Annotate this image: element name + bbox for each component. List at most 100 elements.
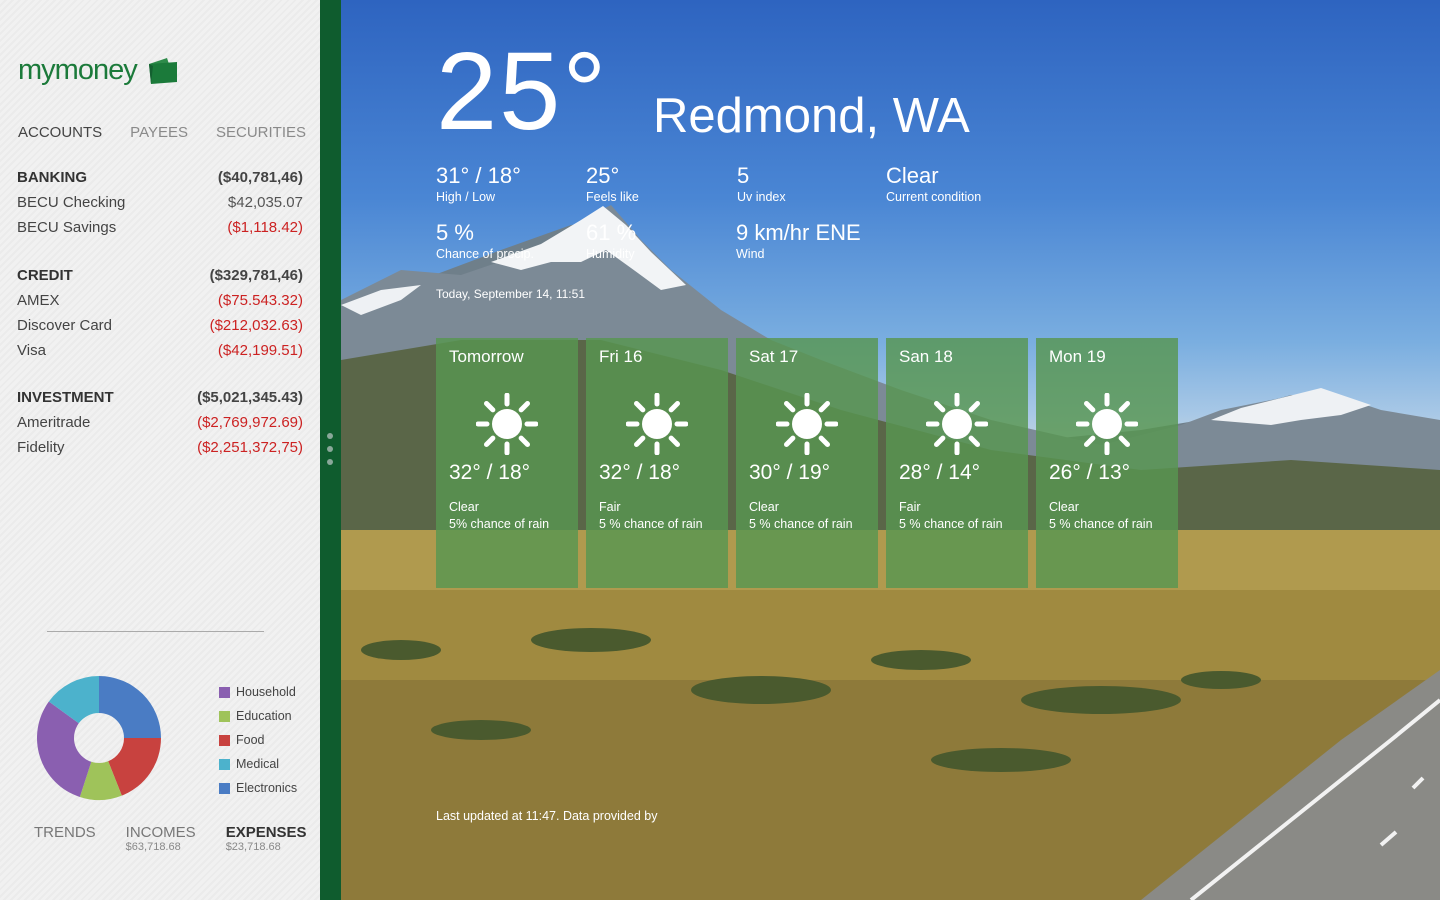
account-row[interactable]: BECU Savings ($1,118.42) — [17, 215, 303, 240]
forecast-temps: 32° / 18° — [449, 461, 531, 484]
group-header[interactable]: CREDIT ($329,781,46) — [17, 263, 303, 288]
tab-incomes[interactable]: INCOMES $63,718.68 — [126, 824, 196, 853]
stat-label: Feels like — [586, 190, 639, 204]
forecast-day: Fri 16 — [599, 347, 643, 366]
legend-label: Food — [236, 733, 265, 747]
forecast-condition: Fair — [899, 500, 921, 514]
forecast-card[interactable]: Sat 17 30° / 19° Clear 5 % chance of rai… — [736, 338, 878, 588]
account-name: AMEX — [17, 292, 60, 309]
group-name: BANKING — [17, 169, 87, 186]
tab-accounts[interactable]: ACCOUNTS — [18, 124, 102, 141]
account-row[interactable]: Discover Card ($212,032.63) — [17, 313, 303, 338]
expense-donut-chart[interactable] — [34, 673, 164, 803]
sun-icon — [776, 393, 838, 455]
group-header[interactable]: INVESTMENT ($5,021,345.43) — [17, 385, 303, 410]
forecast-temps: 28° / 14° — [899, 461, 981, 484]
legend-item: Medical — [219, 752, 297, 776]
account-amount: ($1,118.42) — [227, 219, 303, 236]
forecast-temps: 30° / 19° — [749, 461, 831, 484]
group-total: ($40,781,46) — [217, 169, 303, 186]
stat-label: High / Low — [436, 190, 496, 204]
tab-label: TRENDS — [34, 824, 96, 841]
sun-icon — [476, 393, 538, 455]
forecast-card[interactable]: Tomorrow 32° / 18° Clear 5% chance of ra… — [436, 338, 578, 588]
group-total: ($329,781,46) — [209, 267, 303, 284]
stat-label: Current condition — [886, 190, 982, 204]
sidebar: mymoney ACCOUNTS PAYEES SECURITIES BANKI… — [0, 0, 320, 900]
stat-value: 31° / 18° — [436, 163, 521, 188]
account-row[interactable]: BECU Checking $42,035.07 — [17, 190, 303, 215]
forecast-condition: Clear — [749, 500, 779, 514]
grip-dot — [327, 433, 333, 439]
group-name: CREDIT — [17, 267, 73, 284]
account-amount: ($2,251,372,75) — [197, 439, 303, 456]
bottom-tabs: TRENDS INCOMES $63,718.68 EXPENSES $23,7… — [34, 824, 337, 853]
account-row[interactable]: AMEX ($75.543.32) — [17, 288, 303, 313]
stat-condition: Clear Current condition — [886, 163, 981, 204]
donut-slice-electronics[interactable] — [99, 676, 161, 738]
group-banking: BANKING ($40,781,46) BECU Checking $42,0… — [17, 165, 303, 240]
account-row[interactable]: Fidelity ($2,251,372,75) — [17, 435, 303, 460]
legend-label: Household — [236, 685, 296, 699]
account-amount: ($42,199.51) — [217, 342, 303, 359]
forecast-day: Mon 19 — [1049, 347, 1106, 366]
account-name: Fidelity — [17, 439, 65, 456]
account-row[interactable]: Visa ($42,199.51) — [17, 338, 303, 363]
forecast-rain: 5 % chance of rain — [749, 517, 853, 531]
legend-swatch — [219, 758, 230, 770]
tab-expenses[interactable]: EXPENSES $23,718.68 — [226, 824, 307, 853]
account-amount: ($75.543.32) — [217, 292, 303, 309]
sun-icon — [1076, 393, 1138, 455]
forecast-card[interactable]: San 18 28° / 14° Fair 5 % chance of rain — [886, 338, 1028, 588]
legend-swatch — [219, 710, 230, 722]
stat-label: Uv index — [737, 190, 786, 204]
stat-value: 61 % — [586, 220, 637, 245]
stat-precip: 5 % Chance of precip. — [436, 220, 534, 261]
forecast-condition: Clear — [449, 500, 479, 514]
account-name: BECU Checking — [17, 194, 126, 211]
panel-splitter[interactable] — [320, 0, 341, 900]
group-credit: CREDIT ($329,781,46) AMEX ($75.543.32) D… — [17, 263, 303, 363]
app-name: mymoney — [18, 54, 138, 86]
wallet-icon — [148, 57, 177, 84]
legend-swatch — [219, 782, 230, 794]
observation-time: Today, September 14, 11:51 — [436, 287, 585, 301]
legend-item: Household — [219, 680, 297, 704]
stat-feels-like: 25° Feels like — [586, 163, 639, 204]
account-amount: ($212,032.63) — [209, 317, 303, 334]
legend-swatch — [219, 734, 230, 746]
forecast-rain: 5% chance of rain — [449, 517, 550, 531]
account-name: Visa — [17, 342, 46, 359]
legend-item: Electronics — [219, 776, 297, 800]
group-investment: INVESTMENT ($5,021,345.43) Ameritrade ($… — [17, 385, 303, 460]
forecast-condition: Clear — [1049, 500, 1079, 514]
legend-swatch — [219, 686, 230, 698]
tab-securities[interactable]: SECURITIES — [216, 124, 306, 141]
last-updated-text: Last updated at 11:47. Data provided by — [436, 809, 658, 823]
forecast-condition: Fair — [599, 500, 621, 514]
forecast-rain: 5 % chance of rain — [899, 517, 1003, 531]
chart-legend: Household Education Food Medical Electro… — [219, 680, 297, 800]
current-temperature: 25° — [436, 30, 609, 153]
tab-trends[interactable]: TRENDS — [34, 824, 96, 853]
stat-label: Humidity — [586, 247, 635, 261]
stat-uv-index: 5 Uv index — [737, 163, 786, 204]
stat-label: Wind — [736, 247, 765, 261]
stat-label: Chance of precip. — [436, 247, 534, 261]
tab-amount: $63,718.68 — [125, 841, 181, 853]
forecast-card[interactable]: Mon 19 26° / 13° Clear 5 % chance of rai… — [1036, 338, 1178, 588]
group-header[interactable]: BANKING ($40,781,46) — [17, 165, 303, 190]
weather-panel: 25° Redmond, WA 31° / 18° High / Low 25°… — [341, 0, 1440, 900]
forecast-card[interactable]: Fri 16 32° / 18° Fair 5 % chance of rain — [586, 338, 728, 588]
group-name: INVESTMENT — [17, 389, 114, 406]
account-name: BECU Savings — [17, 219, 117, 236]
tab-payees[interactable]: PAYEES — [130, 124, 188, 141]
account-row[interactable]: Ameritrade ($2,769,972.69) — [17, 410, 303, 435]
legend-label: Education — [236, 709, 292, 723]
legend-item: Food — [219, 728, 297, 752]
grip-dot — [327, 459, 333, 465]
divider — [47, 631, 264, 632]
account-amount: ($2,769,972.69) — [197, 414, 303, 431]
forecast-temps: 26° / 13° — [1049, 461, 1131, 484]
group-total: ($5,021,345.43) — [197, 389, 303, 406]
